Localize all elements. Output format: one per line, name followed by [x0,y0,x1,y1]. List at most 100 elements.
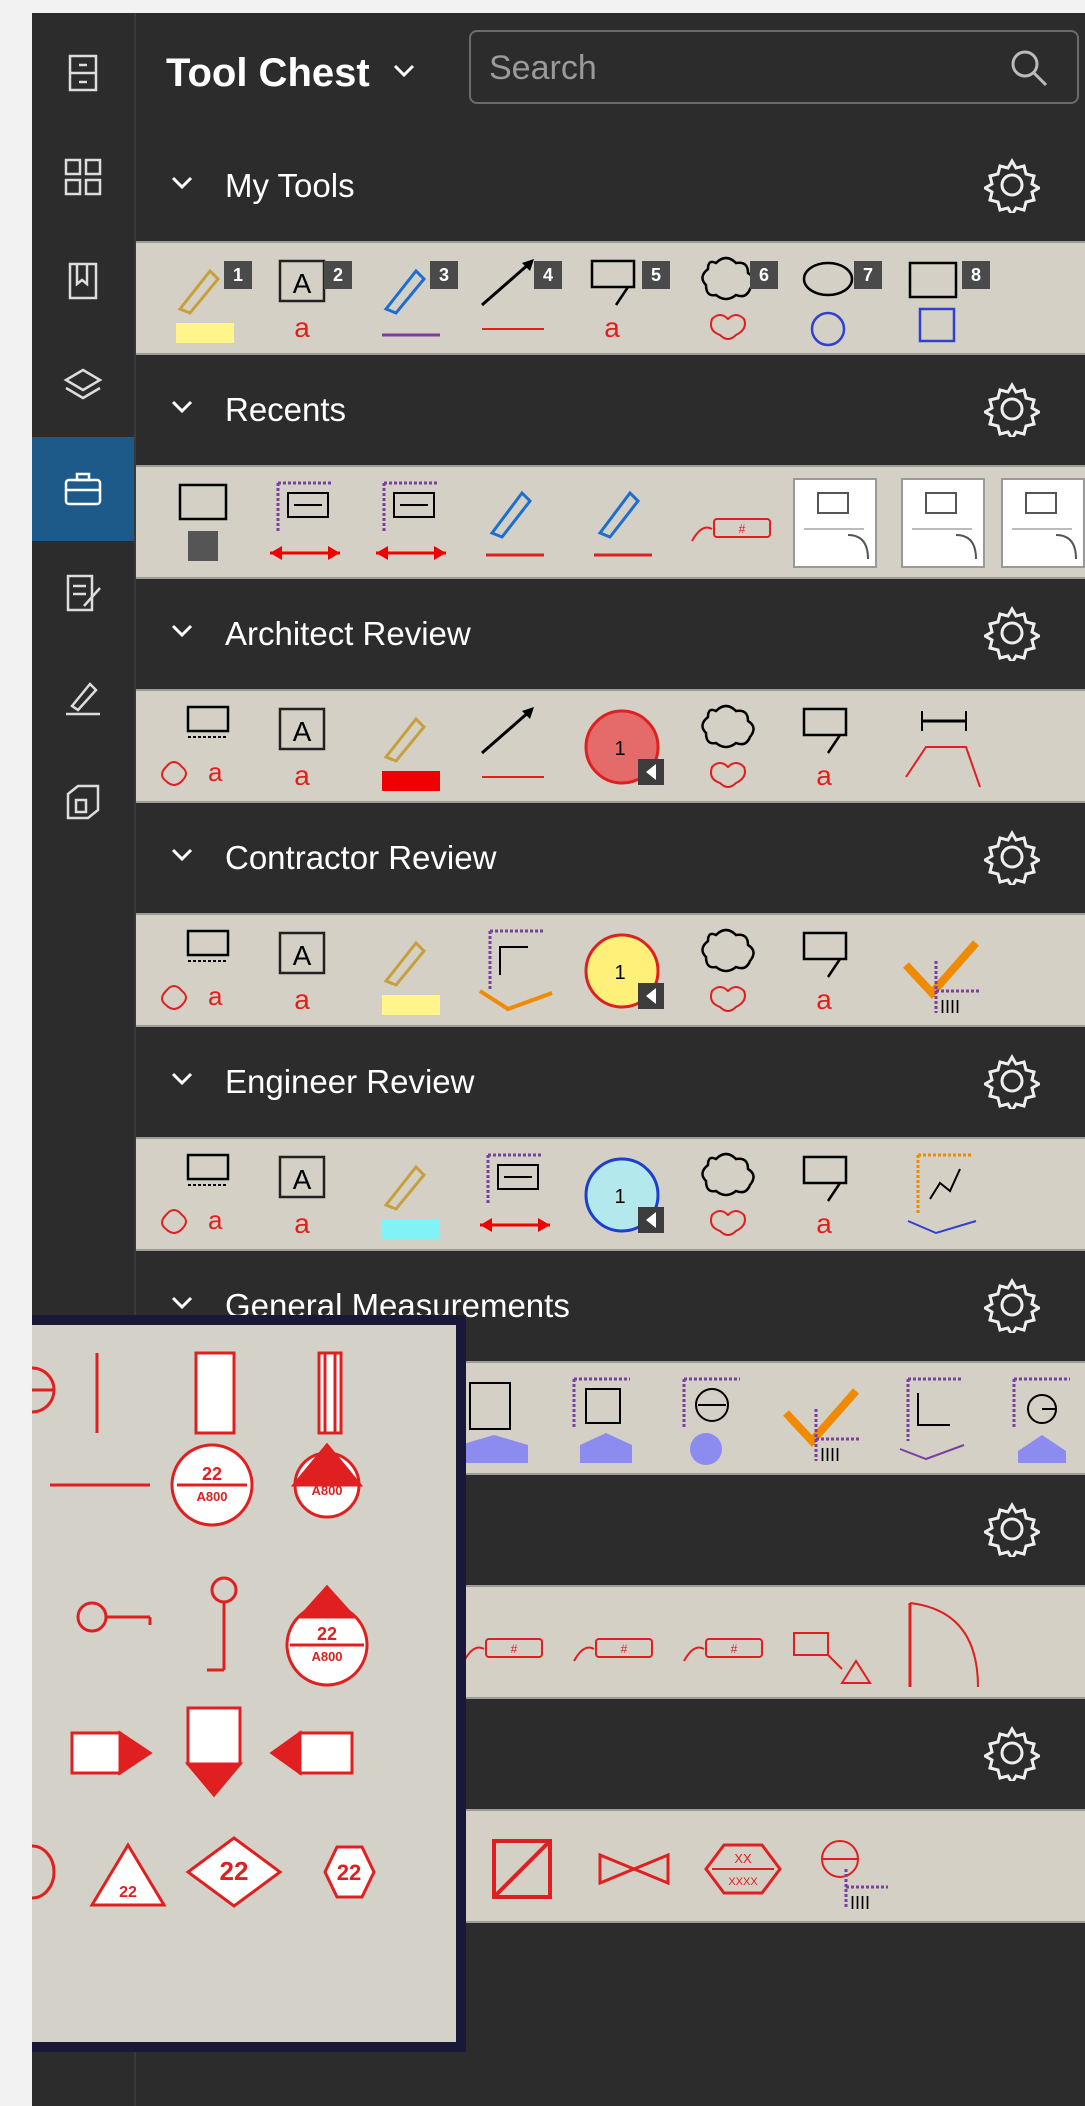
gear-icon[interactable] [981,1277,1043,1339]
gear-icon[interactable] [981,829,1043,891]
length-measure-icon [376,481,446,560]
tool-button[interactable] [556,1369,650,1469]
tool-button[interactable]: # [566,1593,660,1693]
svg-text:a: a [816,760,832,791]
tool-button[interactable]: # [456,1593,550,1693]
tool-button[interactable] [468,697,562,797]
tool-button[interactable] [786,1593,880,1693]
tool-button[interactable] [576,473,670,573]
tool-button[interactable] [886,1369,980,1469]
svg-text:22: 22 [337,1860,361,1885]
tool-button[interactable]: 1 [576,1145,670,1245]
tag-icon: # [463,1638,543,1662]
tool-button[interactable] [788,473,882,573]
collapse-chevron-icon[interactable] [170,847,194,868]
gear-icon[interactable] [981,605,1043,667]
tool-button[interactable]: a5 [576,249,670,349]
tool-button[interactable]: 1 [576,921,670,1021]
tool-button[interactable]: 1 [158,249,252,349]
search-icon[interactable] [1009,48,1049,93]
symbols-flyout-grid[interactable]: 22 A800 A800 22 A800 22 22 22 [32,1325,456,2052]
section-recents: Recents # [136,355,1085,579]
tool-button[interactable] [364,921,458,1021]
tool-button[interactable]: 8 [896,249,990,349]
rail-button-markups-list[interactable] [32,541,134,645]
section-header[interactable]: My Tools [136,131,1085,241]
tool-button[interactable] [158,473,252,573]
collapse-chevron-icon[interactable] [170,175,194,196]
collapse-chevron-icon[interactable] [170,399,194,420]
tool-button[interactable] [586,1817,680,1917]
tool-button[interactable]: a [158,1145,252,1245]
tool-button[interactable]: Aa [258,1145,352,1245]
tool-button[interactable] [896,473,990,573]
tool-button[interactable] [364,1145,458,1245]
section-header[interactable]: Recents [136,355,1085,465]
tool-button[interactable] [468,473,562,573]
tool-button[interactable] [896,697,990,797]
search-box[interactable] [469,30,1079,104]
tool-button[interactable]: 4 [468,249,562,349]
tool-button[interactable]: a [158,921,252,1021]
gear-icon[interactable] [981,157,1043,219]
collapse-chevron-icon[interactable] [170,1071,194,1092]
svg-text:IIII: IIII [820,1445,840,1465]
gear-icon[interactable] [981,1725,1043,1787]
tool-button[interactable] [896,1593,990,1693]
rail-button-toolbox[interactable] [32,437,134,541]
rail-button-spaces[interactable] [32,749,134,853]
svg-text:IIII: IIII [940,997,960,1017]
tool-button[interactable] [684,1145,778,1245]
tool-button[interactable]: a [788,1145,882,1245]
title-dropdown-chevron-icon[interactable] [392,63,416,84]
tool-button[interactable]: 6 [684,249,778,349]
tool-button[interactable]: a [158,697,252,797]
tool-button[interactable] [258,473,352,573]
tool-button[interactable]: IIII [896,921,990,1021]
tool-tray: # [136,465,1085,579]
collapse-chevron-icon[interactable] [170,623,194,644]
tool-button[interactable]: Aa2 [258,249,352,349]
tool-button[interactable]: a [788,697,882,797]
search-input[interactable] [487,46,971,90]
tool-button[interactable]: # [684,473,778,573]
rail-button-bookmarks[interactable] [32,229,134,333]
tool-button[interactable] [996,473,1085,573]
tool-tray: 1Aa234a567 8 [136,241,1085,355]
rail-button-thumbnails-grid[interactable] [32,125,134,229]
tool-button[interactable] [468,1145,562,1245]
tool-button[interactable]: IIII [776,1369,870,1469]
section-header[interactable]: Engineer Review [136,1027,1085,1137]
tool-button[interactable]: Aa [258,697,352,797]
tool-button[interactable]: Aa [258,921,352,1021]
tool-button[interactable]: 3 [364,249,458,349]
section-header[interactable]: Architect Review [136,579,1085,689]
gear-icon[interactable] [981,1501,1043,1563]
tool-button[interactable] [364,473,458,573]
tool-button[interactable]: # [676,1593,770,1693]
highlight-cyan-icon [382,1164,440,1239]
tool-button[interactable]: 7 [788,249,882,349]
tool-badge: 8 [962,261,990,289]
section-title: Architect Review [225,615,471,652]
section-header[interactable]: Contractor Review [136,803,1085,913]
tool-button[interactable] [684,921,778,1021]
tool-button[interactable]: a [788,921,882,1021]
tool-button[interactable]: IIII [806,1817,900,1917]
rail-button-layers[interactable] [32,333,134,437]
tool-button[interactable] [896,1145,990,1245]
tool-button[interactable]: 1 [576,697,670,797]
tool-button[interactable] [666,1369,760,1469]
tool-button[interactable]: XX XXXX [696,1817,790,1917]
section-engineer-review: Engineer Review a Aa 1 a [136,1027,1085,1251]
tool-button[interactable] [468,921,562,1021]
gear-icon[interactable] [981,1053,1043,1115]
tool-button[interactable] [364,697,458,797]
collapse-chevron-icon[interactable] [170,1295,194,1316]
gear-icon[interactable] [981,381,1043,443]
rail-button-signatures[interactable] [32,645,134,749]
tool-button[interactable] [996,1369,1085,1469]
tool-button[interactable] [476,1817,570,1917]
tool-button[interactable] [684,697,778,797]
rail-button-file-cabinet[interactable] [32,21,134,125]
